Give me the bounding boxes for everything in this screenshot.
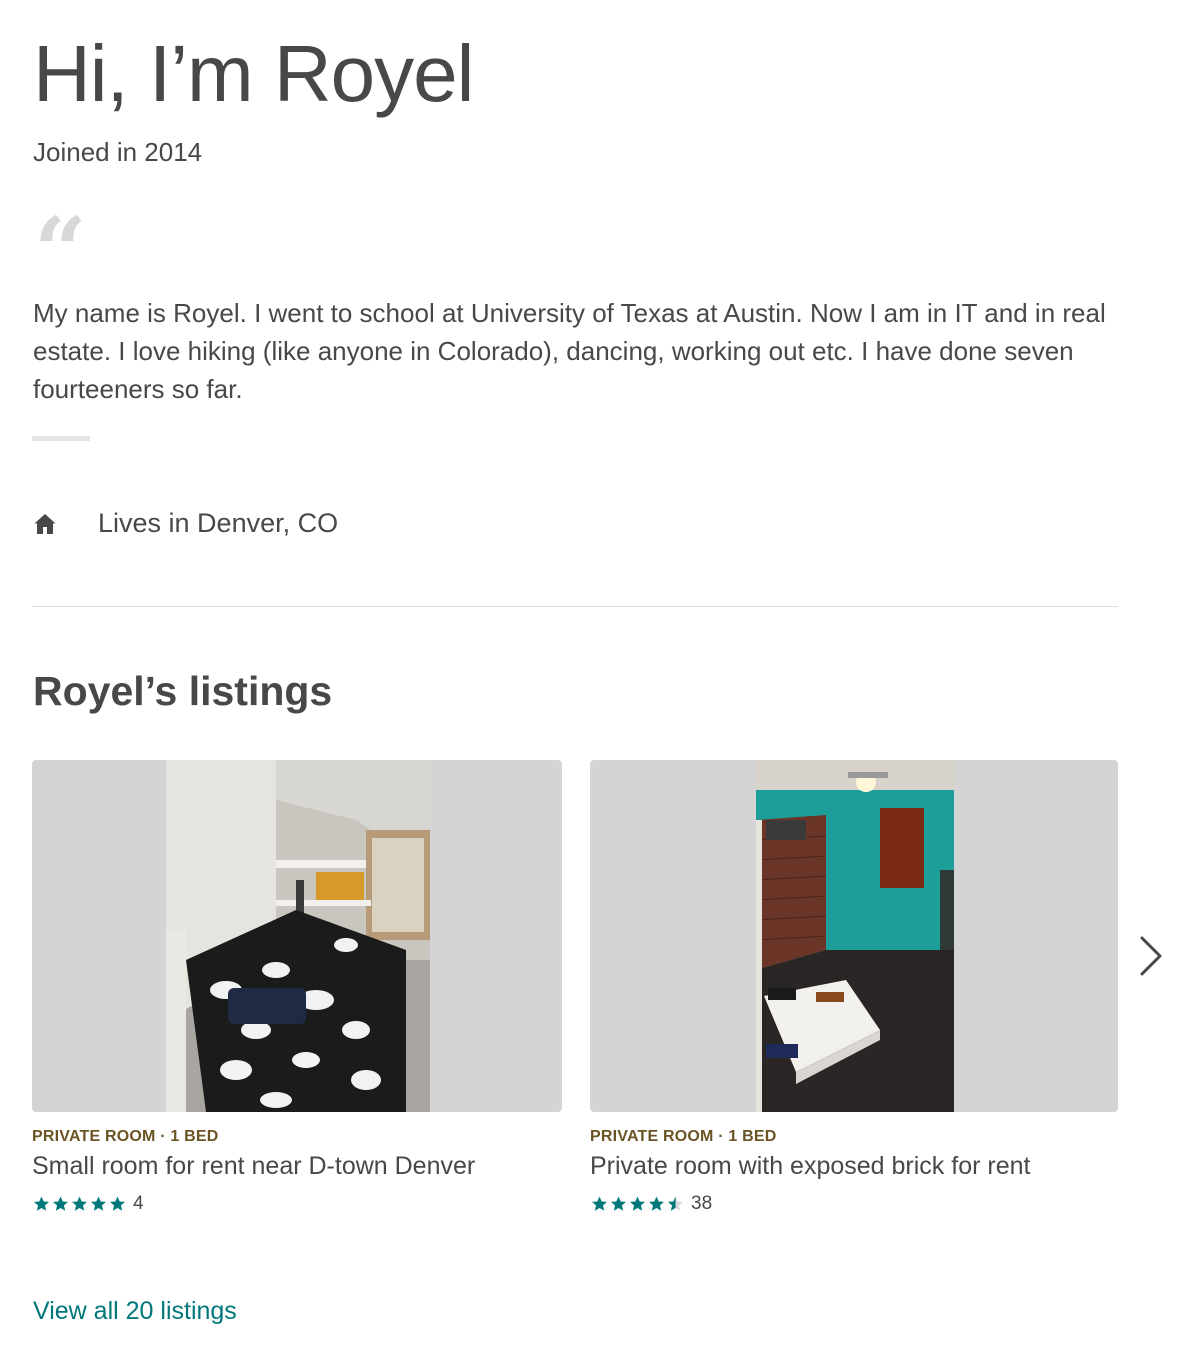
section-divider	[32, 606, 1118, 607]
room-type: PRIVATE ROOM · 1 BED	[590, 1128, 777, 1145]
host-profile-page: Hi, I’m Royel Joined in 2014 “ My name i…	[0, 0, 1188, 1362]
home-icon	[34, 513, 56, 534]
listing-card[interactable]: PRIVATE ROOM · 1 BED Small room for rent…	[32, 760, 562, 1215]
star-rating	[590, 1195, 685, 1213]
lives-in-row: Lives in Denver, CO	[33, 508, 338, 539]
rating-row: 4	[32, 1193, 562, 1215]
listing-photo[interactable]	[166, 760, 430, 1112]
listing-photo-frame[interactable]	[590, 760, 1118, 1112]
chevron-right-icon	[1140, 936, 1162, 976]
star-icon	[91, 1196, 106, 1211]
rating-row: 38	[590, 1193, 1118, 1215]
listing-title[interactable]: Small room for rent near D-town Denver	[32, 1152, 562, 1181]
star-icon	[72, 1196, 87, 1211]
room-type: PRIVATE ROOM · 1 BED	[32, 1128, 219, 1145]
review-count: 38	[691, 1193, 713, 1214]
listing-title[interactable]: Private room with exposed brick for rent	[590, 1152, 1118, 1181]
star-half-icon	[668, 1196, 683, 1211]
joined-date: Joined in 2014	[33, 137, 203, 167]
listing-photo-frame[interactable]	[32, 760, 562, 1112]
next-listings-button[interactable]	[1136, 932, 1166, 980]
star-icon	[110, 1196, 125, 1211]
profile-greeting: Hi, I’m Royel	[33, 29, 474, 118]
quote-icon: “	[34, 197, 87, 305]
lives-in-text: Lives in Denver, CO	[98, 508, 339, 538]
star-rating	[32, 1195, 127, 1213]
listing-photo[interactable]	[756, 760, 954, 1112]
star-icon	[592, 1196, 607, 1211]
view-all-listings-link[interactable]: View all 20 listings	[33, 1297, 237, 1326]
star-icon	[34, 1196, 49, 1211]
star-icon	[649, 1196, 664, 1211]
listing-card[interactable]: PRIVATE ROOM · 1 BED Private room with e…	[590, 760, 1118, 1215]
star-icon	[611, 1196, 626, 1211]
review-count: 4	[133, 1193, 144, 1214]
profile-bio: My name is Royel. I went to school at Un…	[33, 298, 1106, 404]
listings-heading: Royel’s listings	[33, 668, 333, 714]
bio-divider	[32, 436, 90, 441]
star-icon	[53, 1196, 68, 1211]
star-icon	[630, 1196, 645, 1211]
